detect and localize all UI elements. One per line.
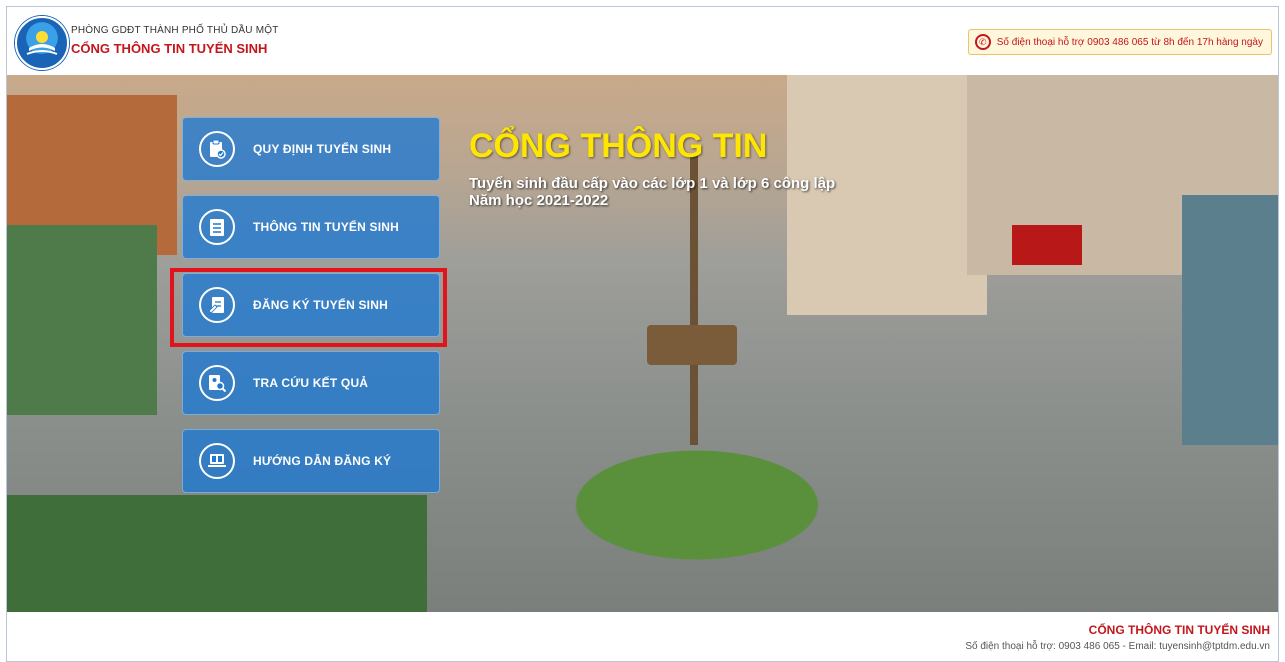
clipboard-check-icon (199, 131, 235, 167)
page: PHÒNG GDĐT THÀNH PHỐ THỦ DẦU MỘT CỔNG TH… (6, 6, 1279, 662)
phone-icon: ✆ (974, 34, 991, 50)
trees-left (7, 225, 157, 415)
hero-subtitle-line1: Tuyển sinh đầu cấp vào các lớp 1 và lớp … (469, 175, 836, 192)
menu-tra-cuu-ket-qua[interactable]: TRA CỨU KẾT QUẢ (182, 351, 440, 415)
menu-label: QUY ĐỊNH TUYỂN SINH (253, 142, 392, 156)
search-profile-icon (199, 365, 235, 401)
menu-huong-dan-dang-ky[interactable]: HƯỚNG DẪN ĐĂNG KÝ (182, 429, 440, 493)
hotline-banner: ✆ Số điện thoại hỗ trợ 0903 486 065 từ 8… (967, 29, 1272, 55)
footer: CỔNG THÔNG TIN TUYỂN SINH Số điện thoại … (7, 612, 1278, 661)
hero-banner: CỔNG THÔNG TIN Tuyển sinh đầu cấp vào cá… (7, 75, 1278, 612)
laptop-guide-icon (199, 443, 235, 479)
menu-label: TRA CỨU KẾT QUẢ (253, 376, 369, 390)
hero-title: CỔNG THÔNG TIN (469, 127, 768, 165)
footer-contact: Số điện thoại hỗ trợ: 0903 486 065 - Ema… (965, 641, 1270, 652)
portal-name[interactable]: CỔNG THÔNG TIN TUYỂN SINH (71, 41, 267, 56)
footer-title: CỔNG THÔNG TIN TUYỂN SINH (1088, 623, 1270, 637)
monument-top (647, 325, 737, 365)
header: PHÒNG GDĐT THÀNH PHỐ THỦ DẦU MỘT CỔNG TH… (7, 7, 1278, 75)
park-left (7, 495, 427, 612)
logo[interactable] (15, 16, 69, 70)
hero-subtitle-line2: Năm học 2021-2022 (469, 192, 609, 209)
shop-sign (1012, 225, 1082, 265)
highlight-box (170, 268, 447, 347)
org-name: PHÒNG GDĐT THÀNH PHỐ THỦ DẦU MỘT (71, 25, 279, 36)
menu-thong-tin-tuyen-sinh[interactable]: THÔNG TIN TUYỂN SINH (182, 195, 440, 259)
menu-label: HƯỚNG DẪN ĐĂNG KÝ (253, 454, 392, 468)
menu-label: THÔNG TIN TUYỂN SINH (253, 220, 400, 234)
notepad-icon (199, 209, 235, 245)
hotline-text: Số điện thoại hỗ trợ 0903 486 065 từ 8h … (996, 36, 1263, 48)
menu-quy-dinh-tuyen-sinh[interactable]: QUY ĐỊNH TUYỂN SINH (182, 117, 440, 181)
hero-subtitle: Tuyển sinh đầu cấp vào các lớp 1 và lớp … (469, 175, 835, 209)
tower-right (1182, 195, 1278, 445)
